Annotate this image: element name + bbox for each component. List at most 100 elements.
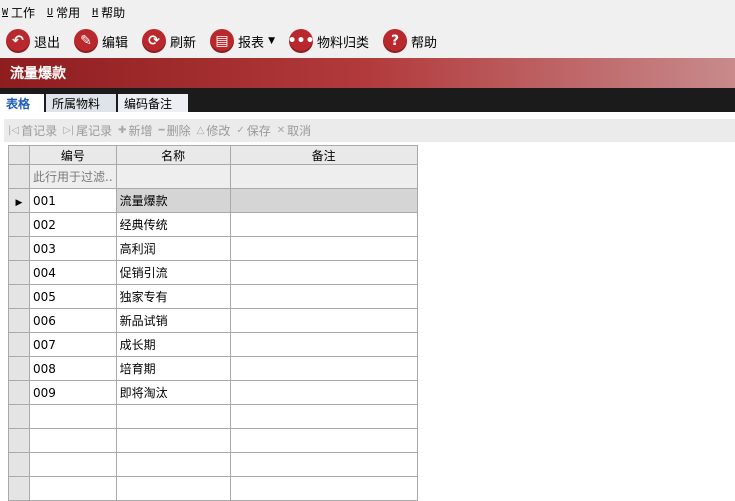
cell-note[interactable] [229, 236, 418, 261]
save-label: 保存 [246, 124, 271, 138]
data-grid: 编号 名称 备注 此行用于过滤.. ▶ 001 流量爆款 002 经典传统 00… [8, 145, 418, 501]
row-indicator [8, 308, 30, 333]
cell-name[interactable]: 高利润 [115, 236, 231, 261]
last-record-button[interactable]: ▷| 尾记录 [63, 122, 112, 139]
cell-note[interactable] [229, 308, 418, 333]
empty-cell[interactable] [115, 404, 231, 429]
table-row[interactable]: 003 高利润 [8, 236, 418, 261]
question-icon: ? [383, 29, 407, 53]
cell-note[interactable] [229, 212, 418, 237]
cell-name[interactable]: 流量爆款 [115, 188, 231, 213]
menu-work-label: 工作 [11, 5, 36, 20]
cell-code[interactable]: 004 [29, 260, 117, 285]
add-button[interactable]: ✚ 新增 [118, 122, 152, 139]
empty-cell[interactable] [229, 404, 418, 429]
refresh-button[interactable]: ⟳ 刷新 [142, 29, 196, 53]
table-row[interactable]: 005 独家专有 [8, 284, 418, 309]
cell-code[interactable]: 005 [29, 284, 117, 309]
cell-code[interactable]: 007 [29, 332, 117, 357]
row-indicator [8, 380, 30, 405]
table-row[interactable]: ▶ 001 流量爆款 [8, 188, 418, 213]
cell-note[interactable] [229, 284, 418, 309]
cell-note[interactable] [229, 356, 418, 381]
col-header-note[interactable]: 备注 [229, 145, 418, 165]
cell-name[interactable]: 新品试销 [115, 308, 231, 333]
first-record-button[interactable]: |◁ 首记录 [8, 122, 57, 139]
cell-code[interactable]: 001 [29, 188, 117, 213]
empty-row[interactable] [8, 404, 418, 429]
row-indicator [8, 476, 30, 501]
empty-cell[interactable] [115, 476, 231, 501]
filter-cell-note[interactable] [229, 164, 418, 189]
row-indicator [8, 260, 30, 285]
menu-work[interactable]: W 工作 [2, 4, 35, 21]
cell-name[interactable]: 促销引流 [115, 260, 231, 285]
row-indicator [8, 332, 30, 357]
main-toolbar: ↶ 退出 ✎ 编辑 ⟳ 刷新 ▤ 报表 ▼ ••• 物料归类 ? 帮助 [0, 24, 735, 58]
filter-cell-code[interactable]: 此行用于过滤.. [29, 164, 117, 189]
cell-note[interactable] [229, 380, 418, 405]
save-button[interactable]: ✓ 保存 [236, 122, 270, 139]
empty-cell[interactable] [229, 428, 418, 453]
col-header-code[interactable]: 编号 [29, 145, 117, 165]
cell-code[interactable]: 002 [29, 212, 117, 237]
filter-row[interactable]: 此行用于过滤.. [8, 164, 418, 189]
tab-table[interactable]: 表格 [0, 94, 44, 112]
empty-row[interactable] [8, 452, 418, 477]
table-row[interactable]: 007 成长期 [8, 332, 418, 357]
filter-indicator [8, 164, 30, 189]
row-indicator [8, 428, 30, 453]
cell-note[interactable] [229, 260, 418, 285]
classify-button[interactable]: ••• 物料归类 [288, 29, 369, 53]
cell-name[interactable]: 独家专有 [115, 284, 231, 309]
empty-cell[interactable] [29, 476, 117, 501]
cell-code[interactable]: 008 [29, 356, 117, 381]
empty-cell[interactable] [229, 452, 418, 477]
table-row[interactable]: 008 培育期 [8, 356, 418, 381]
empty-cell[interactable] [29, 428, 117, 453]
table-row[interactable]: 006 新品试销 [8, 308, 418, 333]
add-icon: ✚ [118, 125, 127, 136]
filter-cell-name[interactable] [115, 164, 231, 189]
help-button[interactable]: ? 帮助 [383, 29, 437, 53]
menu-common[interactable]: U 常用 [47, 4, 80, 21]
cancel-button[interactable]: ✕ 取消 [277, 122, 311, 139]
cell-note[interactable] [229, 188, 418, 213]
cell-name[interactable]: 培育期 [115, 356, 231, 381]
cell-name[interactable]: 经典传统 [115, 212, 231, 237]
delete-button[interactable]: ━ 删除 [159, 122, 191, 139]
empty-row[interactable] [8, 428, 418, 453]
pencil-icon: ✎ [74, 29, 99, 53]
chevron-down-icon[interactable]: ▼ [268, 36, 275, 46]
tab-materials[interactable]: 所属物料 [46, 94, 116, 112]
cell-code[interactable]: 009 [29, 380, 117, 405]
refresh-label: 刷新 [170, 35, 197, 51]
table-row[interactable]: 002 经典传统 [8, 212, 418, 237]
first-record-label: 首记录 [21, 124, 58, 138]
empty-cell[interactable] [115, 452, 231, 477]
tab-code-notes[interactable]: 编码备注 [118, 94, 188, 112]
more-dots-icon: ••• [288, 29, 314, 53]
modify-label: 修改 [206, 124, 231, 138]
cell-code[interactable]: 003 [29, 236, 117, 261]
cell-note[interactable] [229, 332, 418, 357]
table-row[interactable]: 004 促销引流 [8, 260, 418, 285]
cell-code[interactable]: 006 [29, 308, 117, 333]
edit-label: 编辑 [102, 35, 129, 51]
menu-work-key: W [2, 6, 9, 18]
exit-button[interactable]: ↶ 退出 [6, 29, 60, 53]
header-row: 编号 名称 备注 [8, 145, 418, 165]
cell-name[interactable]: 即将淘汰 [115, 380, 231, 405]
cell-name[interactable]: 成长期 [115, 332, 231, 357]
report-button[interactable]: ▤ 报表 ▼ [210, 29, 275, 53]
empty-row[interactable] [8, 476, 418, 501]
modify-button[interactable]: △ 修改 [197, 122, 231, 139]
col-header-name[interactable]: 名称 [115, 145, 231, 165]
empty-cell[interactable] [115, 428, 231, 453]
table-row[interactable]: 009 即将淘汰 [8, 380, 418, 405]
edit-button[interactable]: ✎ 编辑 [74, 29, 128, 53]
empty-cell[interactable] [29, 404, 117, 429]
empty-cell[interactable] [229, 476, 418, 501]
empty-cell[interactable] [29, 452, 117, 477]
menu-help[interactable]: H 帮助 [92, 4, 125, 21]
